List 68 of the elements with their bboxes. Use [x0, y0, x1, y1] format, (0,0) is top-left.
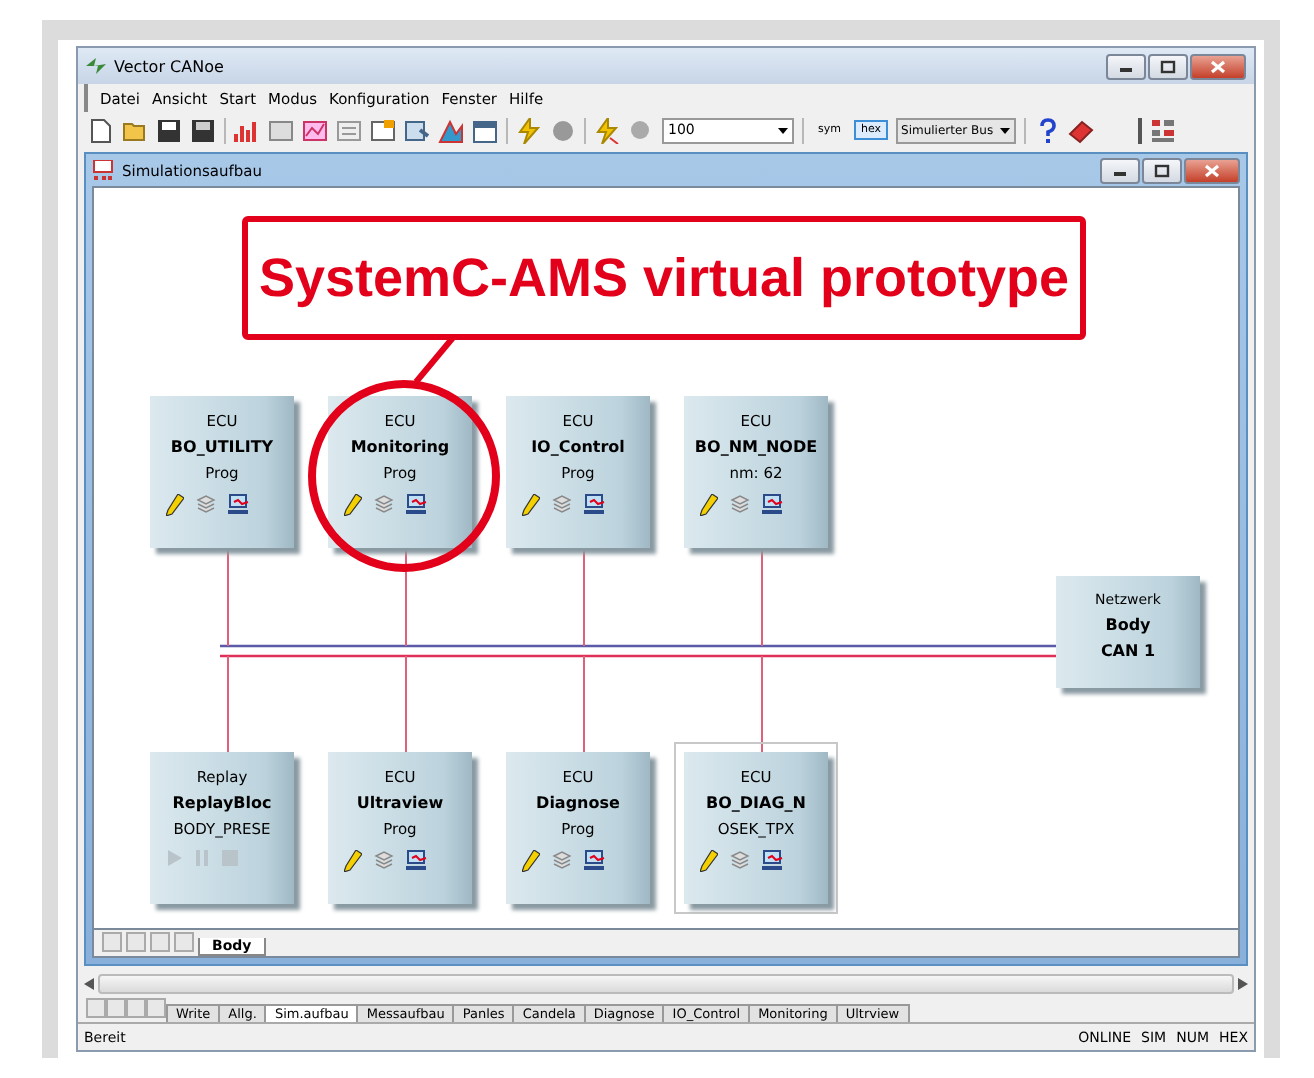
- scroll-left-icon[interactable]: [84, 978, 94, 990]
- block-name: BO_UTILITY: [170, 438, 274, 456]
- save-all-icon[interactable]: [190, 117, 216, 143]
- grid-icon[interactable]: [1149, 117, 1176, 143]
- maximize-icon: [1160, 59, 1176, 73]
- close-icon: [1204, 163, 1220, 177]
- block-name: Monitoring: [350, 438, 450, 456]
- save-icon[interactable]: [156, 117, 182, 143]
- callout-label: SystemC-AMS virtual prototype: [242, 216, 1086, 340]
- connector-line: [227, 655, 229, 753]
- graph-icon[interactable]: [302, 117, 328, 143]
- pencil-icon[interactable]: [344, 850, 362, 872]
- new-file-icon[interactable]: [88, 117, 114, 143]
- block-name: BO_DIAG_N: [706, 794, 806, 812]
- block-name: Body: [1105, 616, 1151, 634]
- minimize-button[interactable]: [1106, 53, 1146, 79]
- maximize-icon: [1154, 163, 1170, 177]
- pencil-icon[interactable]: [522, 494, 540, 516]
- close-button[interactable]: [1190, 53, 1246, 79]
- stack-icon[interactable]: [374, 850, 394, 870]
- monitor-icon[interactable]: [584, 850, 606, 872]
- stack-icon[interactable]: [196, 494, 216, 514]
- connector-line: [583, 547, 585, 647]
- block-subtitle: CAN 1: [1100, 642, 1156, 660]
- stack-icon[interactable]: [552, 850, 572, 870]
- monitor-icon[interactable]: [406, 494, 428, 516]
- connector-line: [761, 655, 763, 753]
- caret-icon: [778, 127, 788, 133]
- monitor-icon[interactable]: [228, 494, 250, 516]
- stack-icon[interactable]: [374, 494, 394, 514]
- open-folder-icon[interactable]: [122, 117, 148, 143]
- maximize-button[interactable]: [1142, 157, 1182, 183]
- connector-line: [583, 655, 585, 753]
- pencil-icon[interactable]: [700, 494, 718, 516]
- statistics-icon[interactable]: [438, 117, 464, 143]
- pencil-icon[interactable]: [700, 850, 718, 872]
- connector-line: [405, 655, 407, 753]
- stack-icon[interactable]: [552, 494, 572, 514]
- monitor-icon[interactable]: [406, 850, 428, 872]
- connector-line: [227, 547, 229, 647]
- pencil-icon[interactable]: [522, 850, 540, 872]
- block-name: BO_NM_NODE: [694, 438, 818, 456]
- app-logo-icon: [86, 58, 106, 74]
- close-icon: [1210, 59, 1226, 73]
- connector-line: [405, 547, 407, 647]
- scroll-right-icon[interactable]: [1238, 978, 1248, 990]
- block-name: ReplayBloc: [172, 794, 272, 812]
- block-name: IO_Control: [531, 438, 625, 456]
- maximize-button[interactable]: [1148, 53, 1188, 79]
- stack-icon[interactable]: [730, 494, 750, 514]
- connector-line: [761, 547, 763, 647]
- block-name: Ultraview: [356, 794, 444, 812]
- window-icon[interactable]: [268, 117, 294, 143]
- lightning-icon[interactable]: [516, 117, 542, 143]
- horizontal-scrollbar[interactable]: [98, 974, 1234, 994]
- window-title: Vector CANoe: [114, 57, 224, 75]
- block-name: Diagnose: [536, 794, 620, 812]
- monitor-icon[interactable]: [584, 494, 606, 516]
- minimize-button[interactable]: [1100, 157, 1140, 183]
- stack-icon[interactable]: [730, 850, 750, 870]
- pencil-icon[interactable]: [344, 494, 362, 516]
- monitor-icon[interactable]: [762, 850, 784, 872]
- monitor-icon[interactable]: [762, 494, 784, 516]
- lightning-icon[interactable]: [594, 117, 620, 143]
- chart-icon[interactable]: [234, 117, 260, 143]
- pencil-icon[interactable]: [166, 494, 184, 516]
- caret-icon: [999, 127, 1010, 133]
- close-button[interactable]: [1184, 157, 1240, 183]
